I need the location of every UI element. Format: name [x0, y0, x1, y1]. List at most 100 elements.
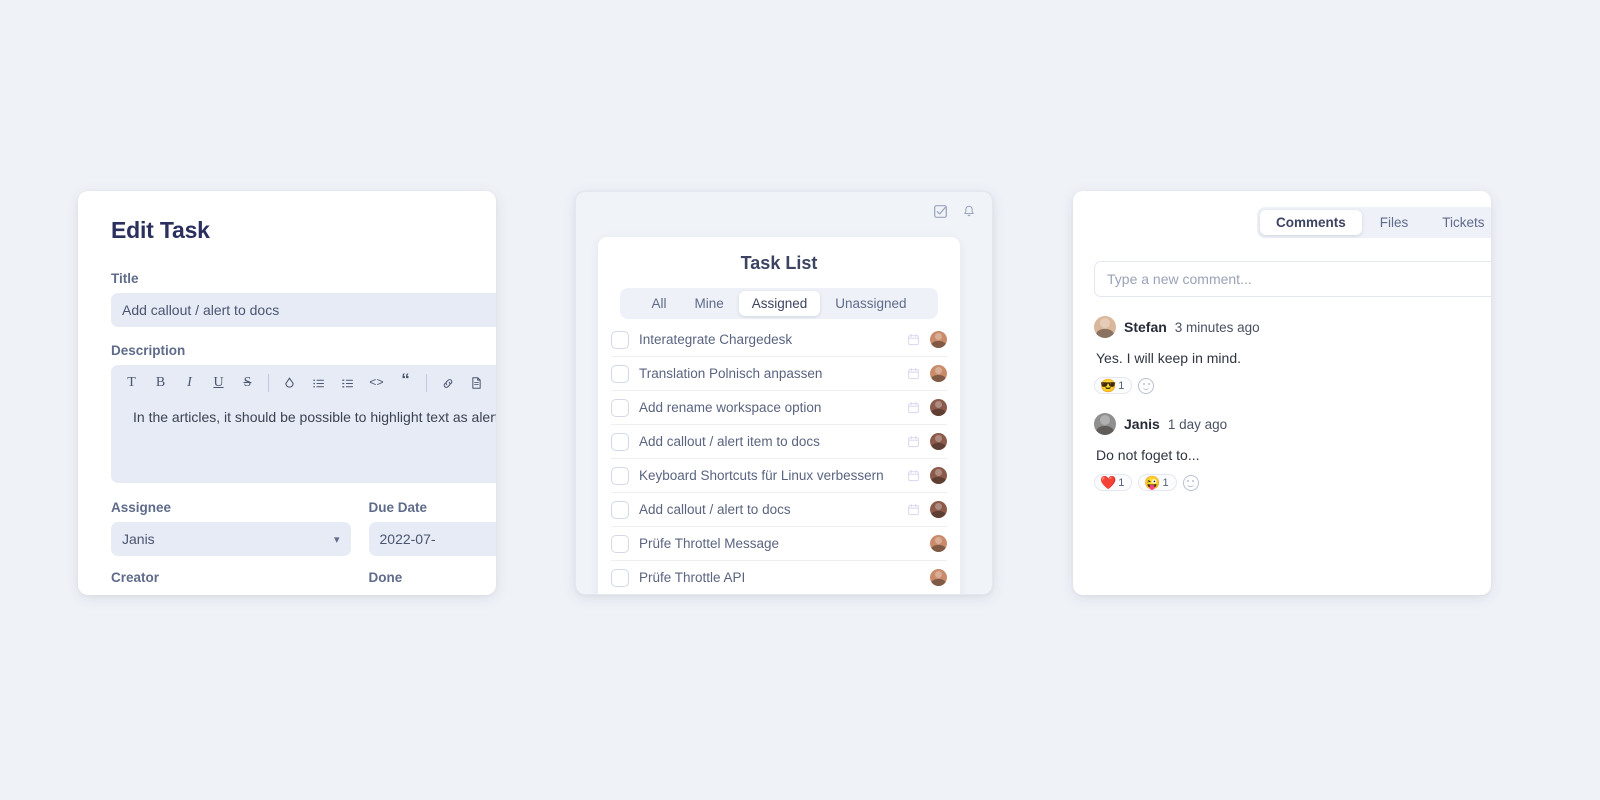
calendar-icon[interactable]: [907, 367, 920, 380]
edit-task-card: Edit Task Title Add callout / alert to d…: [78, 191, 496, 595]
description-input[interactable]: In the articles, it should be possible t…: [111, 401, 496, 479]
task-checkbox[interactable]: [611, 398, 629, 417]
tab-comments[interactable]: Comments: [1260, 210, 1362, 235]
task-list-card: Task List All Mine Assigned Unassigned I…: [575, 191, 993, 595]
reaction-emoji: 😜: [1144, 475, 1161, 490]
title-field-label: Title: [111, 271, 139, 286]
bold-icon[interactable]: B: [146, 369, 175, 397]
comment-reactions: 😎 1: [1094, 377, 1491, 394]
calendar-icon[interactable]: [907, 401, 920, 414]
reaction-count: 1: [1162, 476, 1169, 489]
page-root: Edit Task Title Add callout / alert to d…: [0, 0, 1600, 800]
task-checkbox[interactable]: [611, 568, 629, 587]
reaction-chip[interactable]: ❤️ 1: [1094, 474, 1133, 491]
highlight-icon[interactable]: [275, 369, 304, 397]
document-icon[interactable]: [462, 369, 491, 397]
underline-icon[interactable]: U: [204, 369, 233, 397]
calendar-icon[interactable]: [907, 333, 920, 346]
bell-icon[interactable]: [962, 204, 976, 219]
quote-icon[interactable]: “: [391, 369, 420, 397]
task-checkbox[interactable]: [611, 364, 629, 383]
avatar: [930, 467, 947, 484]
editor-toolbar: T B I U S <> “: [111, 365, 496, 401]
avatar: [930, 433, 947, 450]
title-input[interactable]: Add callout / alert to docs: [111, 293, 496, 327]
comment-author: Stefan: [1124, 319, 1167, 335]
avatar: [1094, 413, 1116, 435]
comments-card: Comments Files Tickets Type a new commen…: [1073, 191, 1491, 595]
avatar: [1094, 316, 1116, 338]
reaction-count: 1: [1118, 379, 1125, 392]
comment-author: Janis: [1124, 416, 1160, 432]
comment-header: Stefan 3 minutes ago: [1094, 316, 1491, 338]
page-title: Edit Task: [111, 217, 210, 243]
task-list-panel: Task List All Mine Assigned Unassigned I…: [598, 237, 960, 594]
avatar: [930, 331, 947, 348]
avatar: [930, 399, 947, 416]
task-checkbox[interactable]: [611, 466, 629, 485]
task-filter-tabs: All Mine Assigned Unassigned: [620, 288, 938, 319]
reaction-emoji: 😎: [1100, 378, 1117, 393]
add-reaction-icon[interactable]: [1138, 377, 1155, 394]
add-reaction-icon[interactable]: [1182, 474, 1199, 491]
task-label: Add rename workspace option: [639, 400, 822, 415]
task-row[interactable]: Keyboard Shortcuts für Linux verbessern: [611, 459, 947, 493]
calendar-icon[interactable]: [907, 469, 920, 482]
tab-tickets[interactable]: Tickets: [1426, 210, 1491, 235]
assignee-select[interactable]: Janis ▾: [111, 522, 351, 556]
task-label: Translation Polnisch anpassen: [639, 366, 823, 381]
bullet-list-icon[interactable]: [304, 369, 333, 397]
task-checkbox[interactable]: [611, 534, 629, 553]
reaction-count: 1: [1118, 476, 1125, 489]
task-row[interactable]: Add rename workspace option: [611, 391, 947, 425]
task-row[interactable]: Prüfe Throttle API: [611, 561, 947, 594]
task-label: Prüfe Throttle API: [639, 570, 746, 585]
task-rows: Interategrate Chargedesk Translation Poln…: [598, 323, 960, 594]
description-field-label: Description: [111, 343, 186, 358]
filter-mine[interactable]: Mine: [681, 291, 736, 316]
task-row[interactable]: Translation Polnisch anpassen: [611, 357, 947, 391]
code-icon[interactable]: <>: [362, 369, 391, 397]
comment-timestamp: 3 minutes ago: [1174, 319, 1260, 335]
task-row[interactable]: Interategrate Chargedesk: [611, 323, 947, 357]
tab-files[interactable]: Files: [1364, 210, 1425, 235]
comment-timestamp: 1 day ago: [1167, 416, 1228, 432]
due-date-label: Due Date: [368, 500, 428, 515]
task-checkbox[interactable]: [611, 500, 629, 519]
link-icon[interactable]: [433, 369, 462, 397]
filter-all[interactable]: All: [638, 291, 679, 316]
avatar: [930, 501, 947, 518]
comment-header: Janis 1 day ago: [1094, 413, 1491, 435]
task-check-icon[interactable]: [933, 204, 948, 219]
task-label: Keyboard Shortcuts für Linux verbessern: [639, 468, 884, 483]
italic-icon[interactable]: I: [175, 369, 204, 397]
filter-assigned[interactable]: Assigned: [738, 291, 821, 316]
reaction-chip[interactable]: 😜 1: [1138, 474, 1177, 491]
numbered-list-icon[interactable]: [333, 369, 362, 397]
task-checkbox[interactable]: [611, 330, 629, 349]
comment-reactions: ❤️ 1 😜 1: [1094, 474, 1491, 491]
comment-list: Stefan 3 minutes ago Yes. I will keep in m…: [1073, 316, 1491, 491]
assignee-due-row: Assignee Janis ▾ Creator Due Date 2022-0…: [111, 500, 496, 592]
toolbar-divider-2: [426, 374, 427, 392]
assignee-label: Assignee: [111, 500, 172, 515]
task-checkbox[interactable]: [611, 432, 629, 451]
avatar: [930, 365, 947, 382]
task-label: Add callout / alert to docs: [639, 502, 791, 517]
strikethrough-icon[interactable]: S: [233, 369, 262, 397]
task-row[interactable]: Prüfe Throttel Message: [611, 527, 947, 561]
task-row[interactable]: Add callout / alert item to docs: [611, 425, 947, 459]
due-date-input[interactable]: 2022-07-: [368, 522, 496, 556]
toolbar-divider-1: [268, 374, 269, 392]
assignee-value: Janis: [122, 531, 155, 547]
text-icon[interactable]: T: [117, 369, 146, 397]
calendar-icon[interactable]: [907, 435, 920, 448]
task-row[interactable]: Add callout / alert to docs: [611, 493, 947, 527]
new-comment-input[interactable]: Type a new comment...: [1094, 261, 1491, 297]
comments-tabs: Comments Files Tickets: [1257, 207, 1491, 238]
calendar-icon[interactable]: [907, 503, 920, 516]
reaction-chip[interactable]: 😎 1: [1094, 377, 1133, 394]
filter-unassigned[interactable]: Unassigned: [822, 291, 919, 316]
task-label: Prüfe Throttel Message: [639, 536, 780, 551]
comment-text: Yes. I will keep in mind.: [1096, 350, 1241, 366]
